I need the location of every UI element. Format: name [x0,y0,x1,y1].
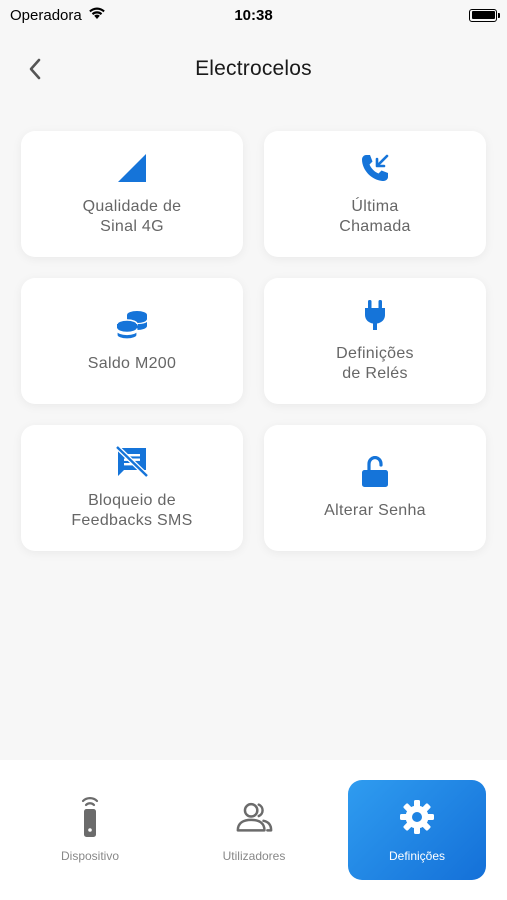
tab-label: Utilizadores [222,849,286,863]
phone-incoming-icon [358,151,392,185]
coins-icon [115,308,149,342]
tab-device[interactable]: Dispositivo [21,780,159,880]
gear-icon [397,797,437,837]
change-password-card[interactable]: Alterar Senha [264,425,486,551]
last-call-card[interactable]: Última Chamada [264,131,486,257]
signal-icon [115,151,149,185]
card-label: Qualidade de Sinal 4G [82,198,182,235]
wifi-icon [88,6,106,24]
tab-settings[interactable]: Definições [348,780,486,880]
settings-grid: Qualidade de Sinal 4G Última Chamada Sal [21,131,486,551]
status-left: Operadora [10,6,106,24]
tab-bar: Dispositivo Utilizadores Definições [0,760,507,900]
battery-icon [469,8,500,22]
sms-blocked-icon [115,445,149,479]
plug-icon [358,298,392,332]
page-title: Electrocelos [195,57,312,80]
card-label: Saldo M200 [87,355,177,372]
card-label: Bloqueio de Feedbacks SMS [71,492,193,529]
tab-label: Definições [388,849,446,863]
signal-quality-card[interactable]: Qualidade de Sinal 4G [21,131,243,257]
users-icon [234,797,274,837]
carrier-label: Operadora [10,6,82,24]
card-label: Definições de Relés [336,345,414,382]
remote-icon [70,797,110,837]
tab-users[interactable]: Utilizadores [185,780,323,880]
lock-open-icon [358,455,392,489]
navigation-bar: Electrocelos [0,44,507,94]
card-label: Alterar Senha [324,502,426,519]
back-button[interactable] [18,52,52,86]
sms-feedback-block-card[interactable]: Bloqueio de Feedbacks SMS [21,425,243,551]
status-bar: Operadora 10:38 [0,0,507,30]
tab-label: Dispositivo [60,849,120,863]
relay-settings-card[interactable]: Definições de Relés [264,278,486,404]
chevron-left-icon [29,58,41,80]
card-label: Última Chamada [339,198,411,235]
balance-card[interactable]: Saldo M200 [21,278,243,404]
